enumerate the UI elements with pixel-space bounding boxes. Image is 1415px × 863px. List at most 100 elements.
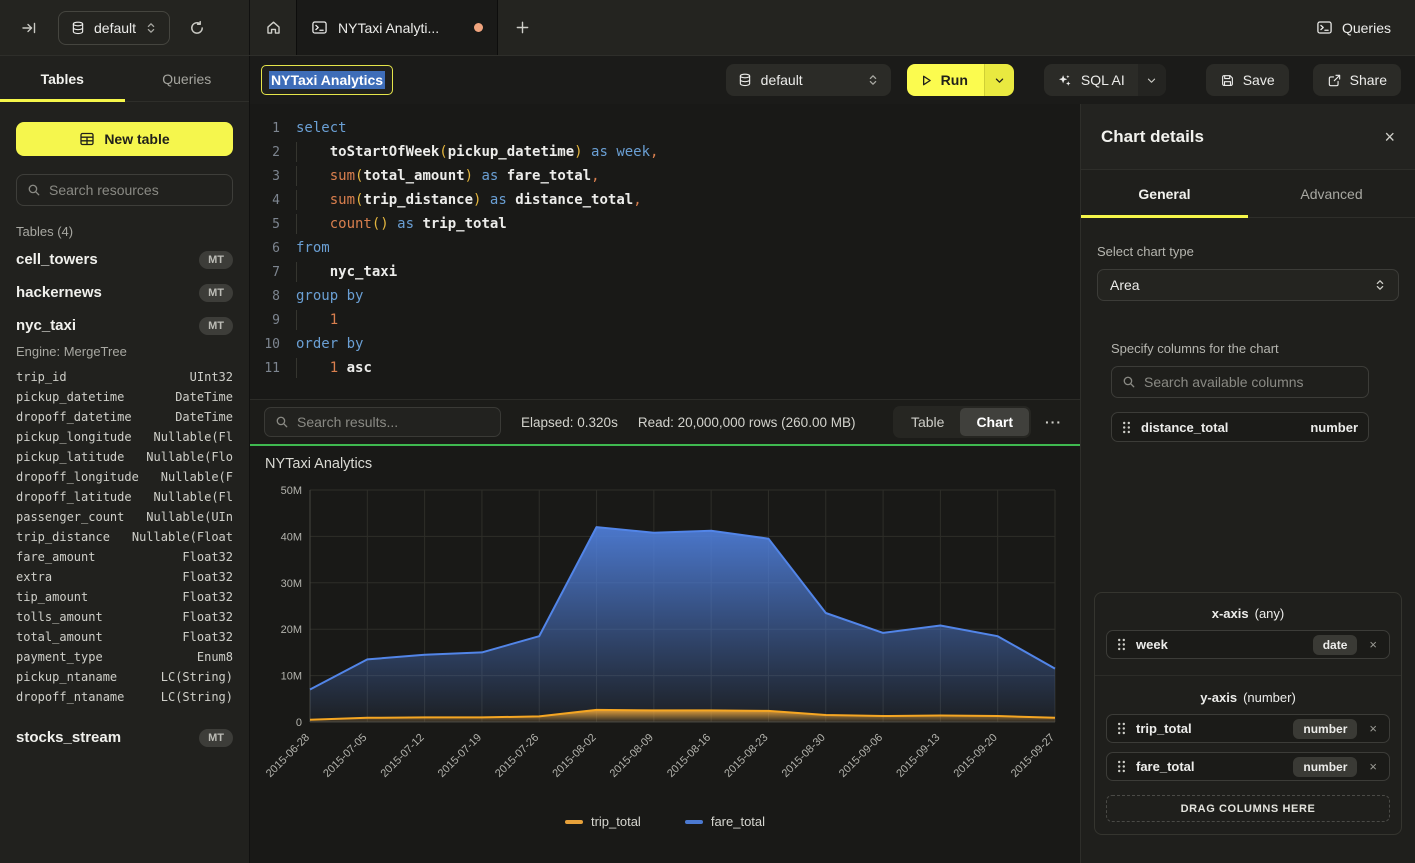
- run-button[interactable]: Run: [907, 64, 984, 96]
- drag-columns-dropzone[interactable]: DRAG COLUMNS HERE: [1106, 795, 1390, 822]
- tab-title: NYTaxi Analyti...: [338, 20, 439, 36]
- axis-mapping-box: x-axis(any) week date × y-axis(number) t…: [1094, 592, 1402, 835]
- code-line[interactable]: 7 nyc_taxi: [250, 260, 1080, 284]
- code-line[interactable]: 1select: [250, 116, 1080, 140]
- svg-text:0: 0: [296, 717, 302, 729]
- search-columns-input[interactable]: Search available columns: [1111, 366, 1369, 398]
- column-row[interactable]: extraFloat32: [16, 567, 233, 587]
- remove-column-icon[interactable]: ×: [1367, 637, 1379, 652]
- column-row[interactable]: trip_idUInt32: [16, 367, 233, 387]
- play-icon: [920, 74, 933, 87]
- code-line[interactable]: 2 toStartOfWeek(pickup_datetime) as week…: [250, 140, 1080, 164]
- search-icon: [27, 183, 41, 197]
- chevron-down-icon: [994, 75, 1005, 86]
- legend-item-trip_total[interactable]: trip_total: [565, 814, 641, 829]
- sidebar-tab-queries[interactable]: Queries: [125, 56, 250, 101]
- toggle-chart-button[interactable]: Chart: [960, 408, 1029, 436]
- svg-text:2015-08-23: 2015-08-23: [722, 732, 770, 780]
- home-button[interactable]: [250, 0, 296, 55]
- query-title-input[interactable]: NYTaxi Analytics: [261, 65, 393, 95]
- run-options-button[interactable]: [984, 64, 1014, 96]
- save-button[interactable]: Save: [1206, 64, 1289, 96]
- area-chart-canvas[interactable]: 010M20M30M40M50M2015-06-282015-07-052015…: [250, 446, 1080, 863]
- table-grid-icon: [79, 131, 95, 147]
- column-row[interactable]: payment_typeEnum8: [16, 647, 233, 667]
- column-row[interactable]: dropoff_datetimeDateTime: [16, 407, 233, 427]
- svg-text:2015-09-20: 2015-09-20: [952, 732, 1000, 780]
- table-name: stocks_stream: [16, 729, 121, 746]
- share-button[interactable]: Share: [1313, 64, 1401, 96]
- column-row[interactable]: pickup_latitudeNullable(Flo: [16, 447, 233, 467]
- column-name: dropoff_datetime: [16, 410, 132, 424]
- column-row[interactable]: fare_amountFloat32: [16, 547, 233, 567]
- table-item-nyc_taxi[interactable]: nyc_taxiMT: [16, 309, 233, 342]
- sql-ai-button[interactable]: SQL AI: [1044, 64, 1138, 96]
- code-line[interactable]: 4 sum(trip_distance) as distance_total,: [250, 188, 1080, 212]
- x-axis-column-week[interactable]: week date ×: [1106, 630, 1390, 659]
- database-selector-topbar[interactable]: default: [58, 11, 170, 45]
- queries-button[interactable]: Queries: [1316, 19, 1391, 36]
- column-row[interactable]: dropoff_latitudeNullable(Fl: [16, 487, 233, 507]
- column-row[interactable]: total_amountFloat32: [16, 627, 233, 647]
- remove-column-icon[interactable]: ×: [1367, 759, 1379, 774]
- refresh-button[interactable]: [182, 13, 212, 43]
- search-resources-input[interactable]: Search resources: [16, 174, 233, 206]
- toolbar-actions: default Run SQL AI Save: [726, 64, 1401, 96]
- column-row[interactable]: dropoff_longitudeNullable(F: [16, 467, 233, 487]
- available-column-distance-total[interactable]: distance_total number: [1111, 412, 1369, 442]
- toggle-table-button[interactable]: Table: [895, 408, 960, 436]
- tab-advanced[interactable]: Advanced: [1248, 170, 1415, 217]
- column-row[interactable]: pickup_datetimeDateTime: [16, 387, 233, 407]
- column-row[interactable]: dropoff_ntanameLC(String): [16, 687, 233, 707]
- sql-editor[interactable]: 1select2 toStartOfWeek(pickup_datetime) …: [250, 104, 1080, 399]
- code-line[interactable]: 11 1 asc: [250, 356, 1080, 380]
- drag-handle-icon: [1117, 638, 1126, 651]
- code-line[interactable]: 5 count() as trip_total: [250, 212, 1080, 236]
- column-row[interactable]: passenger_countNullable(UIn: [16, 507, 233, 527]
- new-tab-button[interactable]: [498, 0, 546, 55]
- database-selector-toolbar[interactable]: default: [726, 64, 891, 96]
- svg-text:10M: 10M: [281, 671, 302, 683]
- column-type: LC(String): [155, 670, 233, 684]
- legend-label: fare_total: [711, 814, 765, 829]
- column-type: DateTime: [169, 390, 233, 404]
- chart-type-select[interactable]: Area: [1097, 269, 1399, 301]
- column-row[interactable]: pickup_longitudeNullable(Fl: [16, 427, 233, 447]
- table-item-cell_towers[interactable]: cell_towersMT: [16, 243, 233, 276]
- code-line[interactable]: 10order by: [250, 332, 1080, 356]
- column-name: fare_total: [1136, 759, 1195, 774]
- sidebar-tab-tables[interactable]: Tables: [0, 56, 125, 101]
- column-type: Nullable(F: [155, 470, 233, 484]
- y-axis-column-fare-total[interactable]: fare_total number ×: [1106, 752, 1390, 781]
- more-options-button[interactable]: ···: [1041, 414, 1066, 430]
- code-line[interactable]: 8group by: [250, 284, 1080, 308]
- remove-column-icon[interactable]: ×: [1367, 721, 1379, 736]
- topbar-right: Queries: [1316, 0, 1415, 55]
- legend-item-fare_total[interactable]: fare_total: [685, 814, 765, 829]
- column-row[interactable]: pickup_ntanameLC(String): [16, 667, 233, 687]
- table-item-stocks_stream[interactable]: stocks_streamMT: [16, 721, 233, 754]
- column-row[interactable]: tip_amountFloat32: [16, 587, 233, 607]
- code-line[interactable]: 9 1: [250, 308, 1080, 332]
- column-row[interactable]: trip_distanceNullable(Float: [16, 527, 233, 547]
- code-line[interactable]: 6from: [250, 236, 1080, 260]
- sidebar: Tables Queries New table Search resource…: [0, 56, 250, 863]
- y-axis-column-trip-total[interactable]: trip_total number ×: [1106, 714, 1390, 743]
- save-label: Save: [1243, 72, 1275, 88]
- column-row[interactable]: tolls_amountFloat32: [16, 607, 233, 627]
- search-results-input[interactable]: Search results...: [264, 407, 501, 437]
- tab-general[interactable]: General: [1081, 170, 1248, 217]
- sql-ai-options-button[interactable]: [1138, 64, 1166, 96]
- rows-read: Read: 20,000,000 rows (260.00 MB): [638, 415, 856, 430]
- close-icon[interactable]: ×: [1384, 128, 1395, 146]
- share-label: Share: [1350, 72, 1387, 88]
- engine-badge: MT: [199, 317, 233, 335]
- collapse-sidebar-button[interactable]: [14, 13, 44, 43]
- tab-nytaxi-analytics[interactable]: NYTaxi Analyti...: [296, 0, 498, 55]
- svg-text:2015-07-12: 2015-07-12: [378, 732, 426, 780]
- drag-handle-icon: [1122, 421, 1131, 434]
- new-table-button[interactable]: New table: [16, 122, 233, 156]
- code-line[interactable]: 3 sum(total_amount) as fare_total,: [250, 164, 1080, 188]
- y-axis-title: y-axis: [1200, 690, 1237, 705]
- table-item-hackernews[interactable]: hackernewsMT: [16, 276, 233, 309]
